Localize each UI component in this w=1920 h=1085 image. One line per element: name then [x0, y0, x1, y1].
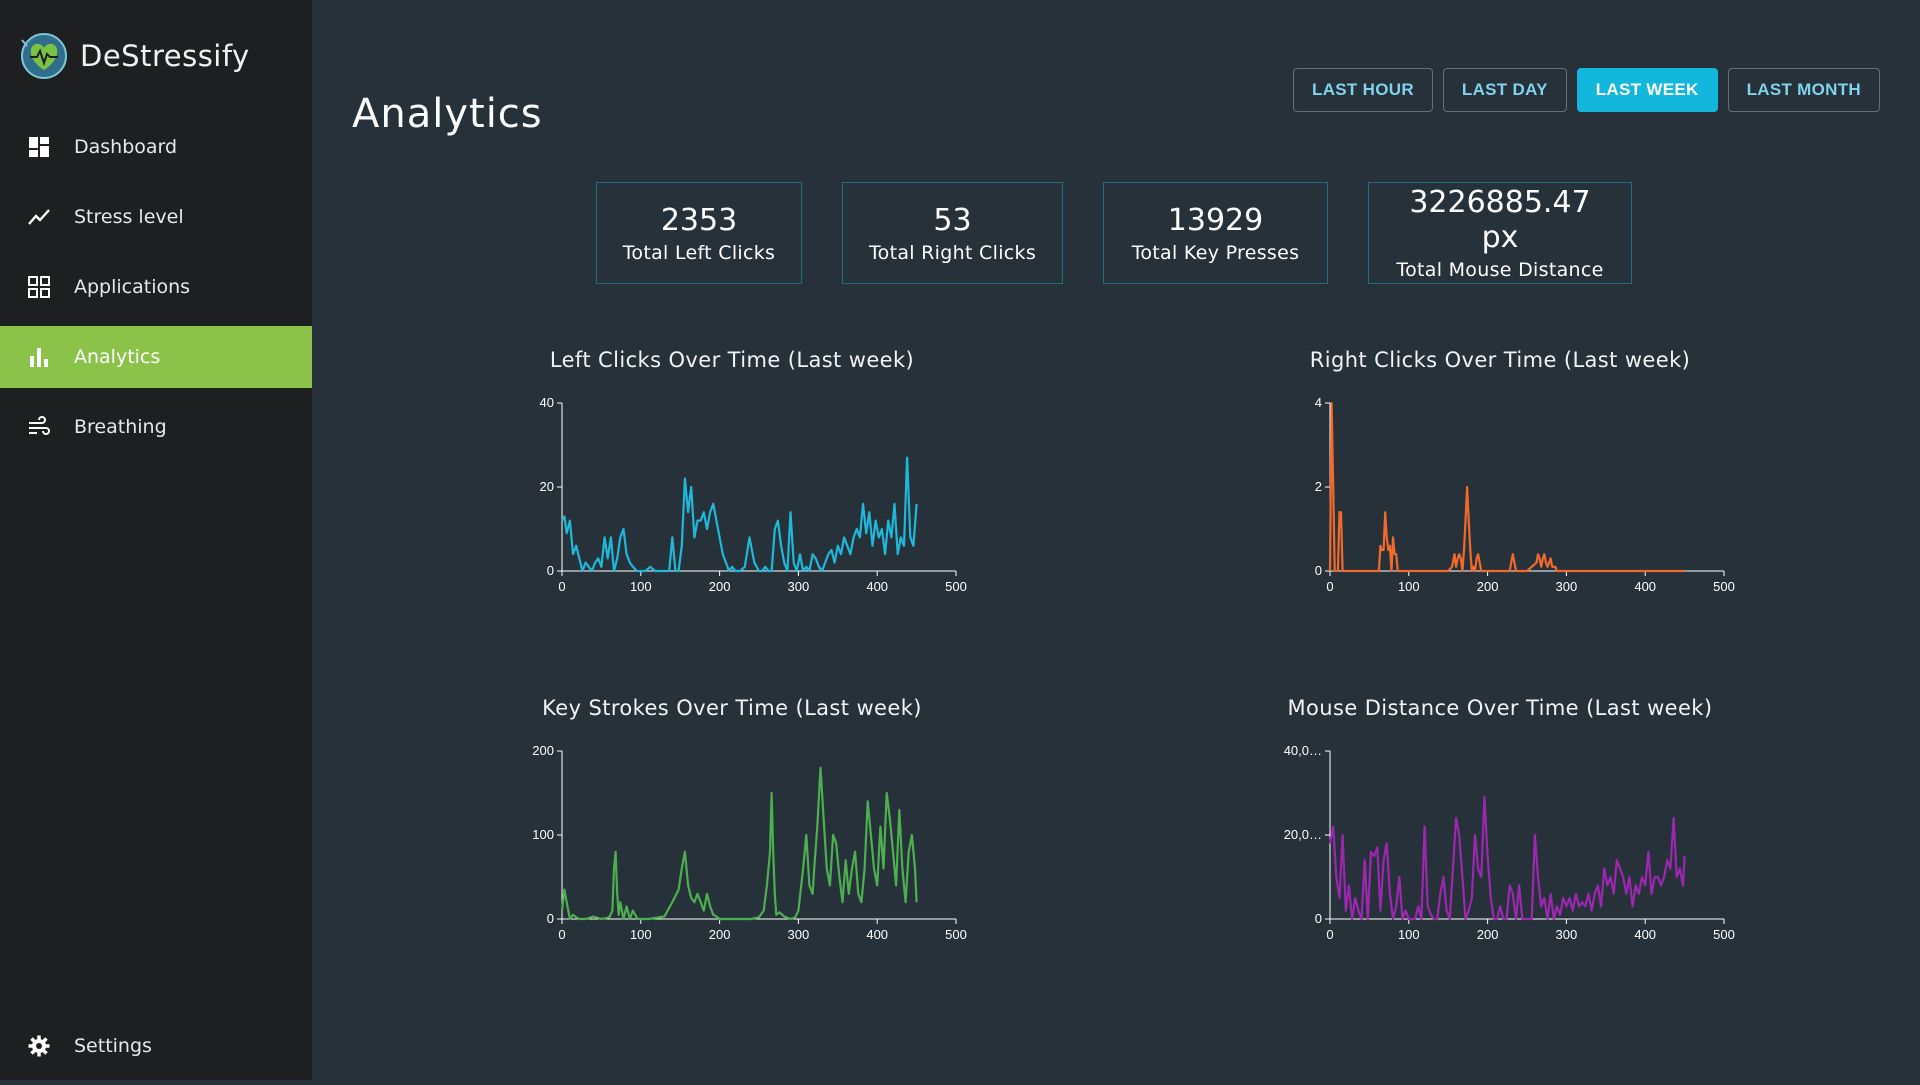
x-tick-label: 0	[558, 579, 565, 594]
x-tick-label: 500	[1713, 579, 1735, 594]
chart-svg: 0 100 200 300 400 500 0 20,0… 40,0…	[1284, 743, 1735, 942]
right-clicks-chart: Right Clicks Over Time (Last week) 0 100 2…	[1270, 348, 1735, 618]
sidebar-nav: Dashboard Stress level Applications Anal…	[0, 116, 312, 466]
x-tick-label: 400	[1634, 927, 1656, 942]
y-tick-label: 2	[1315, 479, 1322, 494]
sidebar-item-label: Analytics	[74, 346, 161, 368]
x-tick-label: 300	[788, 579, 810, 594]
x-tick-label: 500	[945, 927, 967, 942]
y-tick-label: 100	[532, 827, 554, 842]
y-tick-label: 0	[547, 563, 554, 578]
stat-card-left-clicks: 2353 Total Left Clicks	[596, 182, 802, 284]
sidebar-item-label: Applications	[74, 276, 191, 298]
x-tick-label: 400	[866, 927, 888, 942]
dashboard-icon	[27, 135, 51, 159]
chart-title: Right Clicks Over Time (Last week)	[1309, 348, 1691, 372]
x-tick-label: 100	[630, 927, 652, 942]
stat-value: 13929	[1167, 202, 1264, 238]
key-strokes-chart: Key Strokes Over Time (Last week) 0 100 20…	[502, 696, 967, 966]
y-tick-label: 40	[540, 395, 554, 410]
x-tick-label: 0	[558, 927, 565, 942]
x-tick-label: 400	[866, 579, 888, 594]
stat-value: 2353	[660, 202, 738, 238]
time-range-selector: LAST HOUR LAST DAY LAST WEEK LAST MONTH	[1293, 68, 1880, 112]
chart-title: Left Clicks Over Time (Last week)	[549, 348, 915, 372]
x-tick-label: 400	[1634, 579, 1656, 594]
sidebar-item-label: Stress level	[74, 206, 184, 228]
range-last-month-button[interactable]: LAST MONTH	[1727, 68, 1880, 112]
heart-pulse-logo-icon	[21, 33, 67, 79]
x-tick-label: 500	[1713, 927, 1735, 942]
stat-label: Total Right Clicks	[868, 241, 1037, 264]
range-last-hour-button[interactable]: LAST HOUR	[1293, 68, 1433, 112]
range-last-day-button[interactable]: LAST DAY	[1442, 68, 1567, 112]
trend-line-icon	[27, 205, 51, 229]
stat-value: 53	[933, 202, 972, 238]
y-tick-label: 0	[1315, 911, 1322, 926]
stat-card-mouse-distance: 3226885.47 px Total Mouse Distance	[1368, 182, 1632, 284]
stat-label: Total Mouse Distance	[1396, 259, 1604, 281]
x-tick-label: 500	[945, 579, 967, 594]
x-tick-label: 200	[1477, 927, 1499, 942]
chart-title: Mouse Distance Over Time (Last week)	[1287, 696, 1713, 720]
mouse-distance-chart: Mouse Distance Over Time (Last week) 0 10…	[1270, 696, 1735, 966]
y-tick-label: 0	[1315, 563, 1322, 578]
y-tick-label: 20	[540, 479, 554, 494]
sidebar-item-stress-level[interactable]: Stress level	[0, 186, 312, 248]
stats-row: 2353 Total Left Clicks 53 Total Right Cl…	[596, 182, 1632, 284]
app-name: DeStressify	[80, 39, 250, 73]
sidebar-item-analytics[interactable]: Analytics	[0, 326, 312, 388]
sidebar-item-settings[interactable]: Settings	[0, 1015, 312, 1077]
x-tick-label: 0	[1326, 927, 1333, 942]
series-line	[561, 456, 918, 573]
stat-value: 3226885.47 px	[1409, 185, 1591, 255]
y-tick-label: 200	[532, 743, 554, 758]
x-tick-label: 100	[1398, 927, 1420, 942]
stat-card-key-presses: 13929 Total Key Presses	[1103, 182, 1328, 284]
x-tick-label: 0	[1326, 579, 1333, 594]
chart-svg: 0 100 200 300 400 500 0 20 40	[540, 395, 967, 594]
y-tick-label: 4	[1315, 395, 1322, 410]
grid-icon	[27, 275, 51, 299]
x-tick-label: 300	[788, 927, 810, 942]
x-tick-label: 300	[1556, 927, 1578, 942]
x-tick-label: 200	[709, 579, 731, 594]
settings-section: Settings	[0, 1015, 312, 1085]
brand[interactable]: DeStressify	[18, 30, 250, 82]
stat-label: Total Left Clicks	[622, 241, 776, 264]
y-tick-label: 20,0…	[1284, 827, 1322, 842]
x-tick-label: 100	[630, 579, 652, 594]
series-line	[1328, 796, 1686, 921]
stat-card-right-clicks: 53 Total Right Clicks	[842, 182, 1063, 284]
bar-chart-icon	[27, 345, 51, 369]
stat-label: Total Key Presses	[1131, 241, 1300, 264]
x-tick-label: 300	[1556, 579, 1578, 594]
sidebar-item-label: Settings	[74, 1035, 152, 1057]
series-line	[560, 766, 918, 921]
sidebar-item-breathing[interactable]: Breathing	[0, 396, 312, 458]
chart-title: Key Strokes Over Time (Last week)	[542, 696, 922, 720]
series-line	[1328, 401, 1685, 573]
chart-svg: 0 100 200 300 400 500 0 100 200	[532, 743, 967, 942]
x-tick-label: 200	[709, 927, 731, 942]
y-tick-label: 0	[547, 911, 554, 926]
sidebar: DeStressify Dashboard Stress level Appli…	[0, 0, 312, 1080]
y-tick-label: 40,0…	[1284, 743, 1322, 758]
gear-icon	[27, 1034, 51, 1058]
sidebar-item-dashboard[interactable]: Dashboard	[0, 116, 312, 178]
x-tick-label: 100	[1398, 579, 1420, 594]
sidebar-item-label: Dashboard	[74, 136, 178, 158]
range-last-week-button[interactable]: LAST WEEK	[1576, 68, 1718, 112]
sidebar-item-applications[interactable]: Applications	[0, 256, 312, 318]
left-clicks-chart: Left Clicks Over Time (Last week) 0 100 20…	[502, 348, 967, 618]
x-tick-label: 200	[1477, 579, 1499, 594]
wind-icon	[27, 415, 51, 439]
sidebar-item-label: Breathing	[74, 416, 167, 438]
chart-svg: 0 100 200 300 400 500 0 2 4	[1315, 395, 1735, 594]
page-title: Analytics	[352, 90, 543, 137]
